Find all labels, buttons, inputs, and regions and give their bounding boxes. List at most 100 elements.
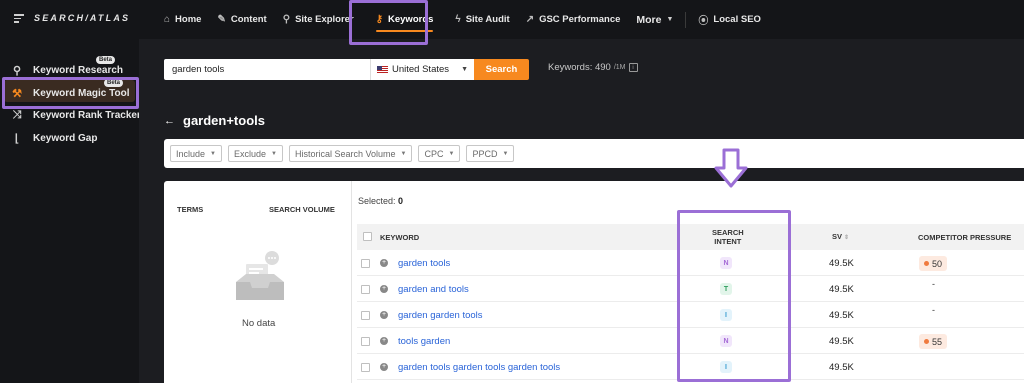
beta-badge: Beta — [96, 56, 116, 64]
keyword-column-header[interactable]: KEYWORD — [380, 233, 419, 242]
pen-icon: ✎ — [217, 14, 226, 25]
sv-value: 49.5K — [829, 258, 854, 269]
keyword-link[interactable]: garden and tools — [398, 284, 469, 295]
filter-cpc[interactable]: CPC ▼ — [418, 145, 461, 162]
competitor-pressure-column-header[interactable]: COMPETITOR PRESSURE — [918, 233, 1011, 242]
sidebar-item-label: Keyword Research — [33, 65, 124, 76]
keyword-link[interactable]: garden garden tools — [398, 310, 483, 321]
logo-text: SEARCH/ATLAS — [34, 13, 131, 23]
row-checkbox[interactable] — [361, 311, 370, 320]
chevron-down-icon: ▼ — [448, 150, 455, 157]
search-button[interactable]: Search — [474, 59, 529, 80]
expand-row-icon[interactable]: + — [380, 259, 388, 267]
nav-site-audit-label: Site Audit — [465, 14, 510, 25]
expand-row-icon[interactable]: + — [380, 337, 388, 345]
selected-label: Selected: — [358, 196, 396, 206]
chart-icon: ⌊ — [14, 133, 20, 145]
filter-historical-search-volume[interactable]: Historical Search Volume ▼ — [288, 145, 413, 162]
nav-site-audit[interactable]: ϟ Site Audit — [447, 0, 517, 39]
expand-row-icon[interactable]: + — [380, 285, 388, 293]
no-data-text: No data — [242, 318, 276, 329]
nav-content-label: Content — [230, 14, 267, 25]
selected-value: 0 — [398, 196, 404, 206]
terms-header: TERMS — [177, 205, 204, 214]
filter-label: Include — [176, 148, 206, 159]
chevron-down-icon: ▼ — [271, 150, 277, 157]
pin-icon: ⦿ — [698, 16, 709, 27]
filter-label: Historical Search Volume — [294, 148, 396, 159]
nav-more-label: More — [636, 13, 662, 26]
nav-more[interactable]: More ▼ — [628, 0, 681, 39]
main-nav: ⌂ Home ✎ Content ⚲ Site Explorer ⚷ Keywords … — [156, 0, 769, 39]
nav-gsc-label: GSC Performance — [539, 14, 621, 25]
row-checkbox[interactable] — [361, 363, 370, 372]
row-checkbox[interactable] — [361, 259, 370, 268]
nav-home[interactable]: ⌂ Home — [156, 0, 209, 39]
info-icon[interactable]: i — [628, 63, 638, 72]
highlight-search-intent-column — [677, 210, 791, 382]
sidebar-item-label: Keyword Gap — [33, 133, 98, 144]
chart-icon: ↗ — [525, 14, 535, 25]
sidebar-item-keyword-rank-tracker[interactable]: ⤨ Keyword Rank Tracker — [10, 109, 141, 122]
competitor-pressure-badge: 50 — [919, 256, 948, 271]
sv-value: 49.5K — [829, 284, 854, 295]
chevron-down-icon: ▼ — [400, 150, 407, 157]
nav-local-seo[interactable]: ⦿ Local SEO — [690, 0, 769, 39]
status-dot — [924, 339, 929, 344]
chevron-down-icon: ▼ — [210, 150, 216, 157]
competitor-pressure-value: - — [932, 305, 935, 315]
search-icon: ⚲ — [12, 65, 22, 77]
chevron-down-icon: ▼ — [502, 150, 509, 157]
brand-logo[interactable]: SEARCH/ATLAS — [14, 13, 130, 23]
expand-row-icon[interactable]: + — [380, 363, 388, 371]
status-dot — [924, 261, 929, 266]
keyword-link[interactable]: tools garden — [398, 336, 450, 347]
sv-column-header[interactable]: SV ⇕ — [832, 232, 849, 243]
down-arrow-icon — [714, 148, 748, 188]
nav-divider — [685, 11, 687, 28]
bolt-icon: ϟ — [455, 14, 461, 25]
nav-content[interactable]: ✎ Content — [209, 0, 274, 39]
expand-row-icon[interactable]: + — [380, 311, 388, 319]
shuffle-icon: ⤨ — [12, 109, 22, 121]
search-icon: ⚲ — [282, 14, 291, 25]
sort-icon[interactable]: ⇕ — [844, 235, 849, 241]
keyword-search-input[interactable]: garden tools — [164, 59, 370, 80]
country-select[interactable]: United States ▼ — [370, 59, 474, 80]
competitor-pressure-value: 50 — [932, 258, 943, 269]
hamburger-icon[interactable] — [14, 13, 26, 23]
filter-ppcd[interactable]: PPCD ▼ — [466, 145, 515, 162]
nav-local-seo-label: Local SEO — [713, 14, 761, 25]
competitor-pressure-value: 55 — [932, 336, 943, 347]
back-arrow-icon[interactable]: ← — [164, 115, 175, 127]
keywords-limit: /1M — [613, 64, 626, 71]
row-checkbox[interactable] — [361, 285, 370, 294]
filter-include[interactable]: Include ▼ — [170, 145, 222, 162]
sidebar-item-keyword-gap[interactable]: ⌊ Keyword Gap — [10, 132, 98, 145]
keywords-count: Keywords: 490/1M i — [548, 62, 638, 73]
keywords-count-label: Keywords: 490 — [548, 62, 611, 73]
filter-label: Exclude — [233, 148, 267, 159]
filter-exclude[interactable]: Exclude ▼ — [227, 145, 283, 162]
page-title: garden+tools — [183, 113, 265, 128]
row-checkbox[interactable] — [361, 337, 370, 346]
sv-value: 49.5K — [829, 362, 854, 373]
nav-gsc-performance[interactable]: ↗ GSC Performance — [518, 0, 629, 39]
sv-value: 49.5K — [829, 310, 854, 321]
keyword-link[interactable]: garden tools — [398, 258, 450, 269]
chevron-down-icon: ▼ — [666, 16, 674, 23]
keyword-link[interactable]: garden tools garden tools garden tools — [398, 362, 560, 373]
country-label: United States — [392, 64, 450, 75]
filter-bar: Include ▼ Exclude ▼ Historical Search Volu… — [164, 139, 1024, 168]
filter-label: CPC — [424, 148, 444, 159]
page-header: ← garden+tools — [164, 113, 265, 128]
sidebar-item-keyword-research[interactable]: ⚲ Keyword Research — [10, 64, 123, 77]
us-flag-icon — [377, 66, 388, 73]
select-all-checkbox[interactable] — [363, 232, 372, 241]
filter-label: PPCD — [472, 148, 498, 159]
home-icon: ⌂ — [164, 14, 171, 25]
chevron-down-icon: ▼ — [461, 66, 468, 73]
highlight-keyword-magic-tool — [2, 77, 139, 109]
competitor-pressure-value: - — [932, 279, 935, 289]
sv-value: 49.5K — [829, 336, 854, 347]
